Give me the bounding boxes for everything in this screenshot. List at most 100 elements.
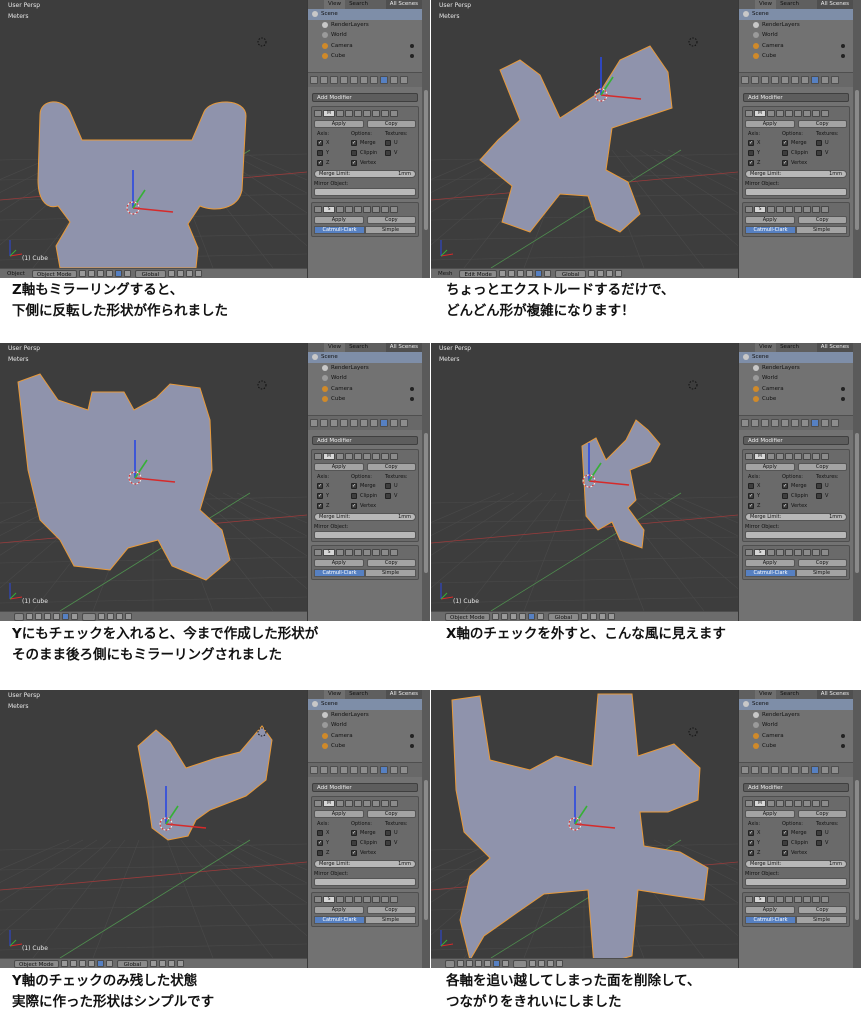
header-tool-icon[interactable]	[105, 270, 113, 277]
layer-button[interactable]	[588, 270, 596, 277]
checkbox[interactable]: ✓	[782, 483, 788, 489]
header-tool-icon[interactable]	[457, 960, 464, 967]
properties-tab-icon[interactable]	[390, 76, 398, 84]
mirror-checkbox-cell[interactable]	[382, 849, 416, 857]
checkbox[interactable]: ✓	[748, 850, 754, 856]
modifier-header-icon[interactable]	[803, 549, 811, 556]
modifier-header-icon[interactable]	[767, 206, 775, 213]
outliner-item[interactable]: Camera	[308, 731, 422, 742]
modifier-header-icon[interactable]	[336, 800, 344, 807]
properties-tab-icon[interactable]	[781, 766, 789, 774]
modifier-header-icon[interactable]	[794, 549, 802, 556]
outliner-item[interactable]: RenderLayers	[739, 363, 853, 374]
modifier-wrench-icon[interactable]	[380, 419, 388, 427]
properties-tab-icon[interactable]	[751, 76, 759, 84]
header-menu[interactable]	[435, 960, 441, 968]
modifier-header-icon[interactable]	[803, 896, 811, 903]
layer-button[interactable]	[177, 960, 185, 967]
properties-tab-icon[interactable]	[751, 766, 759, 774]
merge-limit-field[interactable]: Merge Limit: 1mm	[745, 170, 847, 178]
outliner-tab[interactable]: Search	[776, 343, 803, 352]
mirror-checkbox-cell[interactable]: V	[382, 149, 416, 157]
header-menu[interactable]: Object	[4, 270, 28, 278]
3d-viewport[interactable]: User Persp Meters (1) Cube	[0, 343, 307, 611]
outliner-item[interactable]: Cube	[739, 741, 853, 752]
modifier-header-icon[interactable]	[821, 800, 829, 807]
apply-button[interactable]: Apply	[314, 810, 364, 818]
modifier-header-icon[interactable]	[345, 549, 353, 556]
copy-button[interactable]: Copy	[366, 463, 416, 471]
outliner-tab[interactable]: View	[324, 690, 346, 699]
modifier-header-icon[interactable]	[390, 206, 398, 213]
properties-scrollbar[interactable]	[422, 690, 430, 968]
modifier-header-icon[interactable]	[785, 896, 793, 903]
modifier-header-icon[interactable]	[812, 549, 820, 556]
catmull-clark-tab[interactable]: Catmull-Clark	[314, 226, 365, 234]
header-tool-icon[interactable]	[87, 270, 95, 277]
mode-selector[interactable]: Object Mode	[445, 612, 490, 621]
modifier-header-icon[interactable]	[821, 549, 829, 556]
checkbox[interactable]	[782, 840, 788, 846]
modifier-header-icon[interactable]	[363, 549, 371, 556]
mirror-checkbox-cell[interactable]: X	[314, 829, 348, 837]
modifier-header-icon[interactable]	[354, 549, 362, 556]
header-tool-icon[interactable]	[498, 270, 506, 277]
modifier-header-icon[interactable]	[345, 896, 353, 903]
visibility-eye-icon[interactable]	[841, 397, 845, 402]
header-tool-icon[interactable]	[484, 960, 491, 967]
mirror-checkbox-cell[interactable]	[382, 159, 416, 167]
checkbox[interactable]: ✓	[351, 850, 357, 856]
modifier-header-icon[interactable]: S	[754, 206, 766, 213]
mirror-checkbox-cell[interactable]: ✓ X	[745, 829, 779, 837]
checkbox[interactable]	[385, 150, 391, 156]
subsurf-copy-button[interactable]: Copy	[797, 559, 847, 567]
visibility-eye-icon[interactable]	[841, 733, 845, 738]
visibility-eye-icon[interactable]	[410, 54, 414, 59]
layer-button[interactable]	[159, 960, 167, 967]
modifier-header-icon[interactable]	[745, 453, 753, 460]
properties-scrollbar[interactable]	[853, 690, 861, 968]
properties-tab-icon[interactable]	[761, 766, 769, 774]
subsurf-apply-button[interactable]: Apply	[745, 216, 795, 224]
apply-button[interactable]: Apply	[314, 120, 364, 128]
properties-tab-icon[interactable]	[771, 766, 779, 774]
mirror-object-field[interactable]	[745, 531, 847, 539]
mirror-checkbox-cell[interactable]: ✓ X	[314, 482, 348, 490]
modifier-header-icon[interactable]	[336, 453, 344, 460]
properties-tab-icon[interactable]	[801, 419, 809, 427]
scrollbar-thumb[interactable]	[424, 90, 428, 230]
mirror-checkbox-cell[interactable]: ✓ X	[314, 139, 348, 147]
modifier-header-icon[interactable]: M	[323, 800, 335, 807]
copy-button[interactable]: Copy	[366, 810, 416, 818]
mirror-checkbox-cell[interactable]: ✓ Vertex	[348, 502, 382, 510]
properties-tab-icon[interactable]	[801, 766, 809, 774]
outliner-tab[interactable]: View	[324, 343, 346, 352]
modifier-header-icon[interactable]	[354, 800, 362, 807]
modifier-header-icon[interactable]	[821, 453, 829, 460]
header-tool-icon[interactable]	[536, 613, 544, 620]
outliner-item[interactable]: Scene	[308, 352, 422, 363]
modifier-header-icon[interactable]: M	[754, 453, 766, 460]
mirror-checkbox-cell[interactable]: Z	[314, 849, 348, 857]
modifier-header-icon[interactable]	[314, 110, 322, 117]
subsurf-copy-button[interactable]: Copy	[797, 216, 847, 224]
header-tool-icon[interactable]	[105, 960, 113, 967]
mirror-object-field[interactable]	[314, 188, 416, 196]
visibility-eye-icon[interactable]	[841, 386, 845, 391]
mirror-checkbox-cell[interactable]: ✓ Merge	[779, 829, 813, 837]
checkbox[interactable]	[351, 493, 357, 499]
checkbox[interactable]: ✓	[748, 493, 754, 499]
modifier-header-icon[interactable]	[314, 453, 322, 460]
modifier-header-icon[interactable]	[390, 110, 398, 117]
header-tool-icon[interactable]	[53, 613, 60, 620]
checkbox[interactable]: ✓	[782, 503, 788, 509]
modifier-header-icon[interactable]	[381, 549, 389, 556]
add-modifier-dropdown[interactable]: Add Modifier	[743, 93, 849, 102]
modifier-header-icon[interactable]	[776, 896, 784, 903]
modifier-wrench-icon[interactable]	[380, 766, 388, 774]
header-tool-icon[interactable]	[71, 613, 78, 620]
modifier-header-icon[interactable]	[767, 453, 775, 460]
header-tool-icon[interactable]	[123, 270, 131, 277]
layer-button[interactable]	[150, 960, 158, 967]
outliner-tab[interactable]: Search	[345, 0, 372, 9]
